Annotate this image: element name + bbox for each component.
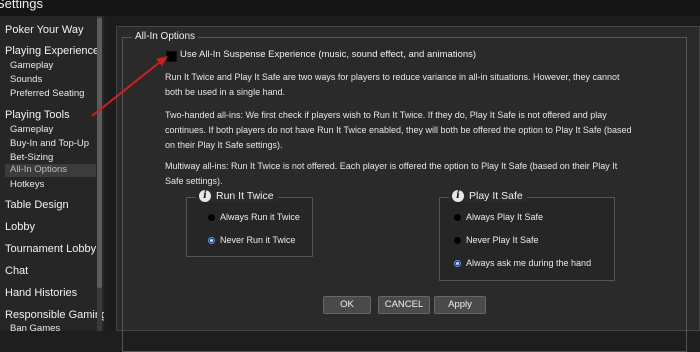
annotation-arrow-shaft — [91, 61, 161, 117]
annotation-arrow — [91, 56, 168, 117]
